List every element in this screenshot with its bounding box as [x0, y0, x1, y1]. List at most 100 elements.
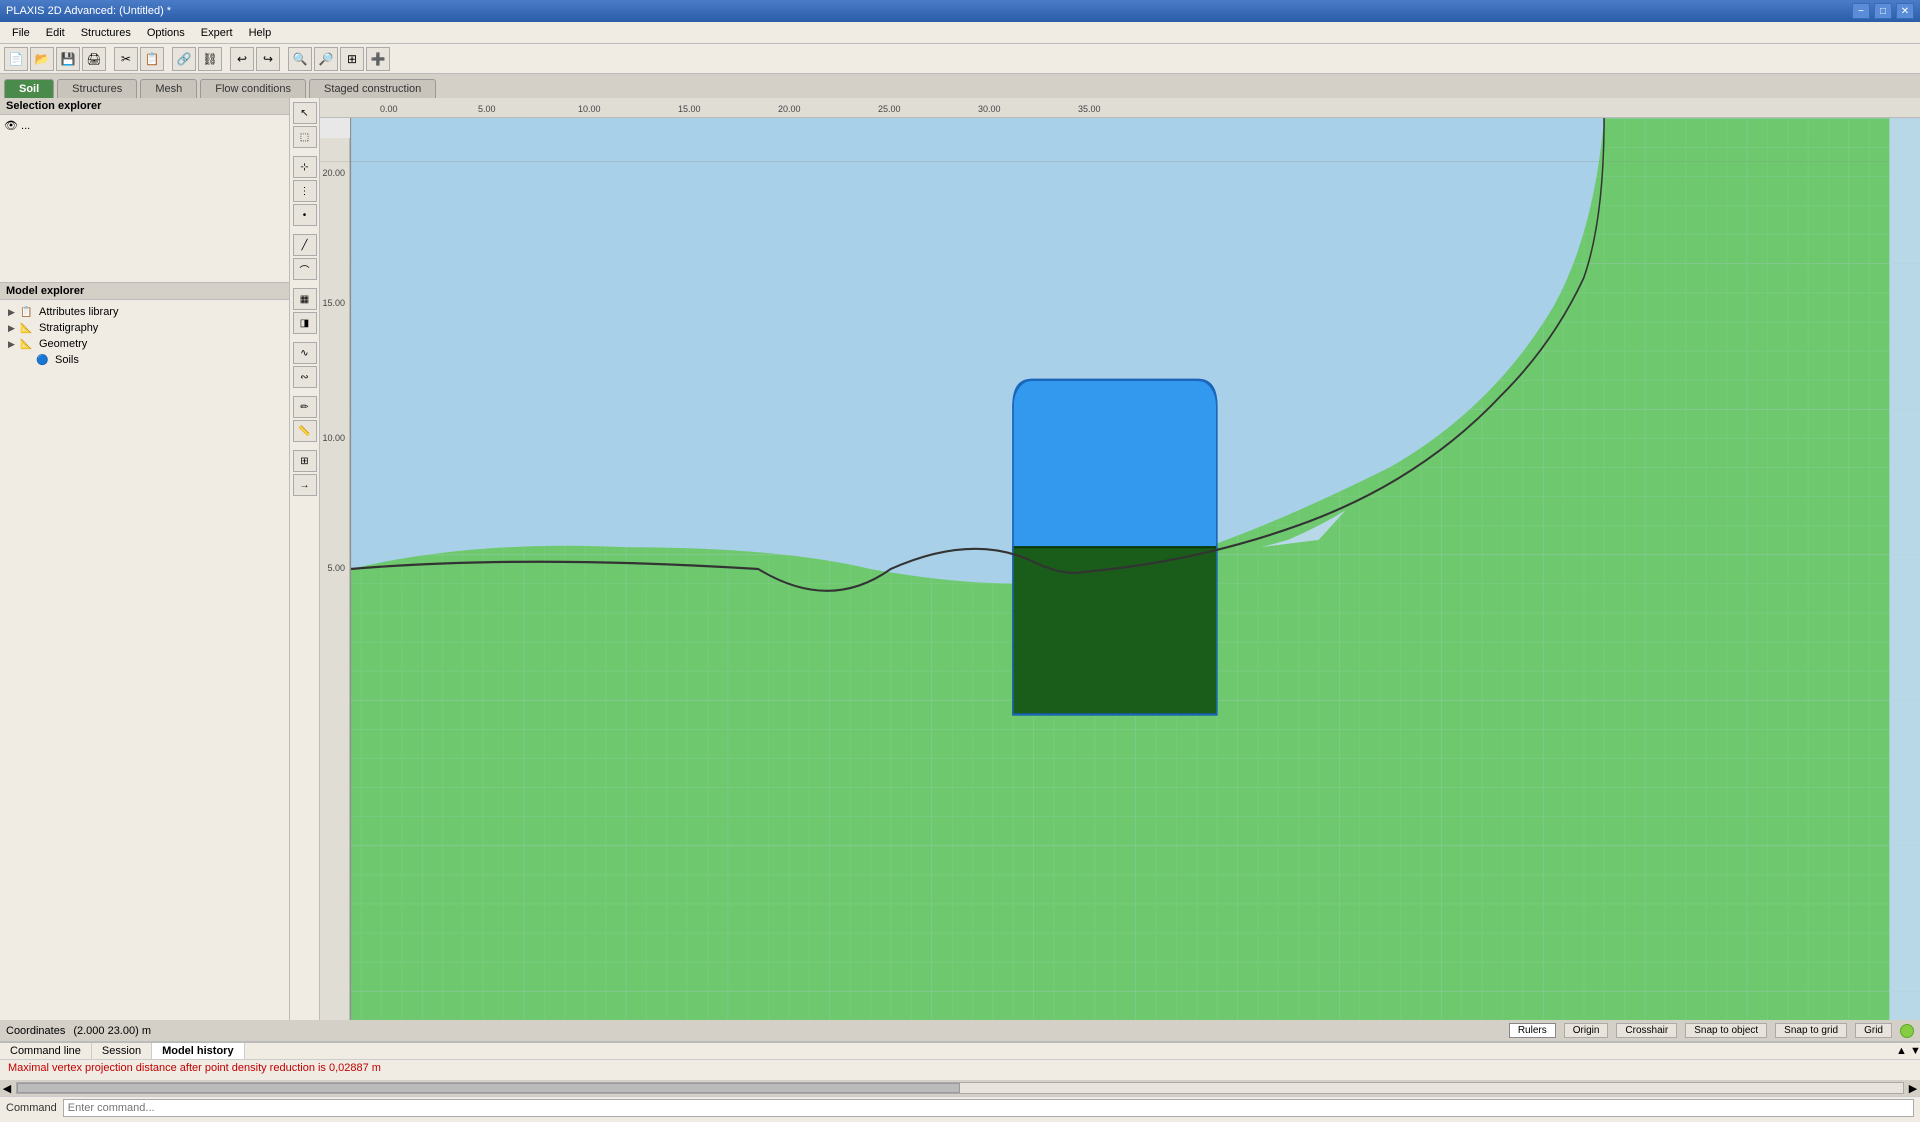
origin-button[interactable]: Origin — [1564, 1023, 1609, 1038]
geometry-canvas[interactable] — [320, 118, 1920, 1020]
attributes-label: Attributes library — [39, 306, 118, 318]
tab-session[interactable]: Session — [92, 1043, 152, 1059]
expand-icon: ▶ — [8, 307, 20, 318]
ruler-mark-10: 10.00 — [578, 104, 601, 114]
model-explorer-content: ▶ 📋 Attributes library ▶ 📐 Stratigraphy … — [0, 300, 289, 372]
snap-to-object-button[interactable]: Snap to object — [1685, 1023, 1767, 1038]
ruler-mark-35: 35.00 — [1078, 104, 1101, 114]
link-button[interactable]: 🔗 — [172, 47, 196, 71]
zoom-out-button[interactable]: 🔎 — [314, 47, 338, 71]
menu-structures[interactable]: Structures — [73, 25, 139, 41]
scroll-right-icon[interactable]: ▶ — [1906, 1082, 1920, 1095]
menu-options[interactable]: Options — [139, 25, 193, 41]
vtool-select[interactable]: ↖ — [293, 102, 317, 124]
rulers-button[interactable]: Rulers — [1509, 1023, 1556, 1038]
vtool-annotation[interactable]: ✏ — [293, 396, 317, 418]
tab-staged-construction[interactable]: Staged construction — [309, 79, 436, 98]
vtool-point[interactable]: ⊹ — [293, 156, 317, 178]
geometry-label: Geometry — [39, 338, 87, 350]
scroll-down-command[interactable]: ▼ — [1906, 1043, 1920, 1059]
snap-to-grid-button[interactable]: Snap to grid — [1775, 1023, 1847, 1038]
geometry-icon: 📐 — [20, 339, 36, 350]
crosshair-button[interactable]: Crosshair — [1616, 1023, 1677, 1038]
vertical-toolbar: ↖ ⬚ ⊹ ⋮ • ╱ ⌒ ▦ ◨ ∿ ∾ ✏ 📏 ⊞ → — [290, 98, 320, 1020]
tab-command-line[interactable]: Command line — [0, 1043, 92, 1059]
command-output: Maximal vertex projection distance after… — [0, 1060, 1920, 1080]
zoom-in-button[interactable]: 🔍 — [288, 47, 312, 71]
window-controls: − □ ✕ — [1852, 3, 1914, 19]
unlink-button[interactable]: ⛓ — [198, 47, 222, 71]
open-button[interactable]: 📂 — [30, 47, 54, 71]
command-input-row: Command — [0, 1096, 1920, 1119]
app-title: PLAXIS 2D Advanced: (Untitled) * — [6, 5, 171, 17]
paste-button[interactable]: 📋 — [140, 47, 164, 71]
undo-button[interactable]: ↩ — [230, 47, 254, 71]
vtool-spline[interactable]: ∾ — [293, 366, 317, 388]
vtool-multipoint[interactable]: ⋮ — [293, 180, 317, 202]
left-panel: Selection explorer 👁 ... Model explorer … — [0, 98, 290, 1020]
status-indicator — [1900, 1024, 1914, 1038]
vtool-line[interactable]: ╱ — [293, 234, 317, 256]
menu-edit[interactable]: Edit — [38, 25, 73, 41]
scroll-track[interactable] — [16, 1082, 1904, 1094]
vtool-arc[interactable]: ⌒ — [293, 258, 317, 280]
tab-flow-conditions[interactable]: Flow conditions — [200, 79, 306, 98]
expand-icon-geo: ▶ — [8, 339, 20, 350]
vtool-zone[interactable]: ▦ — [293, 288, 317, 310]
command-area: Command line Session Model history ▲ ▼ M… — [0, 1042, 1920, 1122]
ruler-top: 0.00 5.00 10.00 15.00 20.00 25.00 30.00 … — [320, 98, 1920, 118]
tree-item-geometry[interactable]: ▶ 📐 Geometry — [4, 336, 285, 352]
tab-model-history[interactable]: Model history — [152, 1043, 245, 1059]
maximize-button[interactable]: □ — [1874, 3, 1892, 19]
expand-icon-strat: ▶ — [8, 323, 20, 334]
vtool-measure[interactable]: 📏 — [293, 420, 317, 442]
selection-explorer-title: Selection explorer — [6, 100, 101, 112]
command-header: Command line Session Model history ▲ ▼ — [0, 1043, 1920, 1060]
menu-help[interactable]: Help — [241, 25, 280, 41]
command-input[interactable] — [63, 1099, 1914, 1117]
vtool-fill[interactable]: ◨ — [293, 312, 317, 334]
selection-explorer-content: 👁 ... — [0, 115, 289, 136]
new-button[interactable]: 📄 — [4, 47, 28, 71]
tree-item-soils[interactable]: 🔵 Soils — [4, 352, 285, 368]
eye-icon: 👁 ... — [4, 120, 30, 132]
selection-explorer-header: Selection explorer — [0, 98, 289, 115]
attributes-icon: 📋 — [20, 307, 36, 318]
close-button[interactable]: ✕ — [1896, 3, 1914, 19]
cut-button[interactable]: ✂ — [114, 47, 138, 71]
model-explorer-title: Model explorer — [6, 285, 84, 297]
tab-structures[interactable]: Structures — [57, 79, 137, 98]
print-button[interactable]: 🖨 — [82, 47, 106, 71]
vtool-table[interactable]: ⊞ — [293, 450, 317, 472]
tab-soil[interactable]: Soil — [4, 79, 54, 98]
soils-label: Soils — [55, 354, 79, 366]
ruler-mark-5: 5.00 — [478, 104, 496, 114]
minimize-button[interactable]: − — [1852, 3, 1870, 19]
horizontal-scrollbar[interactable]: ◀ ▶ — [0, 1080, 1920, 1096]
vtool-rect-select[interactable]: ⬚ — [293, 126, 317, 148]
grid-button[interactable]: Grid — [1855, 1023, 1892, 1038]
main-area: Selection explorer 👁 ... Model explorer … — [0, 98, 1920, 1020]
scroll-thumb[interactable] — [17, 1083, 960, 1093]
main-toolbar: 📄 📂 💾 🖨 ✂ 📋 🔗 ⛓ ↩ ↪ 🔍 🔎 ⊞ ➕ — [0, 44, 1920, 74]
add-button[interactable]: ➕ — [366, 47, 390, 71]
save-button[interactable]: 💾 — [56, 47, 80, 71]
redo-button[interactable]: ↪ — [256, 47, 280, 71]
model-explorer: Model explorer ▶ 📋 Attributes library ▶ … — [0, 283, 289, 1020]
coordinates-value: (2.000 23.00) m — [73, 1025, 151, 1037]
vtool-arrow[interactable]: → — [293, 474, 317, 496]
stratigraphy-label: Stratigraphy — [39, 322, 98, 334]
canvas-area[interactable]: 0.00 5.00 10.00 15.00 20.00 25.00 30.00 … — [320, 98, 1920, 1020]
vtool-curve[interactable]: ∿ — [293, 342, 317, 364]
menu-expert[interactable]: Expert — [193, 25, 241, 41]
canvas-main[interactable]: 20.00 15.00 10.00 5.00 — [320, 118, 1920, 1020]
vtool-dot[interactable]: • — [293, 204, 317, 226]
scroll-up-command[interactable]: ▲ — [1892, 1043, 1906, 1059]
soils-icon: 🔵 — [36, 355, 52, 366]
scroll-left-icon[interactable]: ◀ — [0, 1082, 14, 1095]
menu-file[interactable]: File — [4, 25, 38, 41]
tree-item-stratigraphy[interactable]: ▶ 📐 Stratigraphy — [4, 320, 285, 336]
tab-mesh[interactable]: Mesh — [140, 79, 197, 98]
zoom-fit-button[interactable]: ⊞ — [340, 47, 364, 71]
tree-item-attributes[interactable]: ▶ 📋 Attributes library — [4, 304, 285, 320]
